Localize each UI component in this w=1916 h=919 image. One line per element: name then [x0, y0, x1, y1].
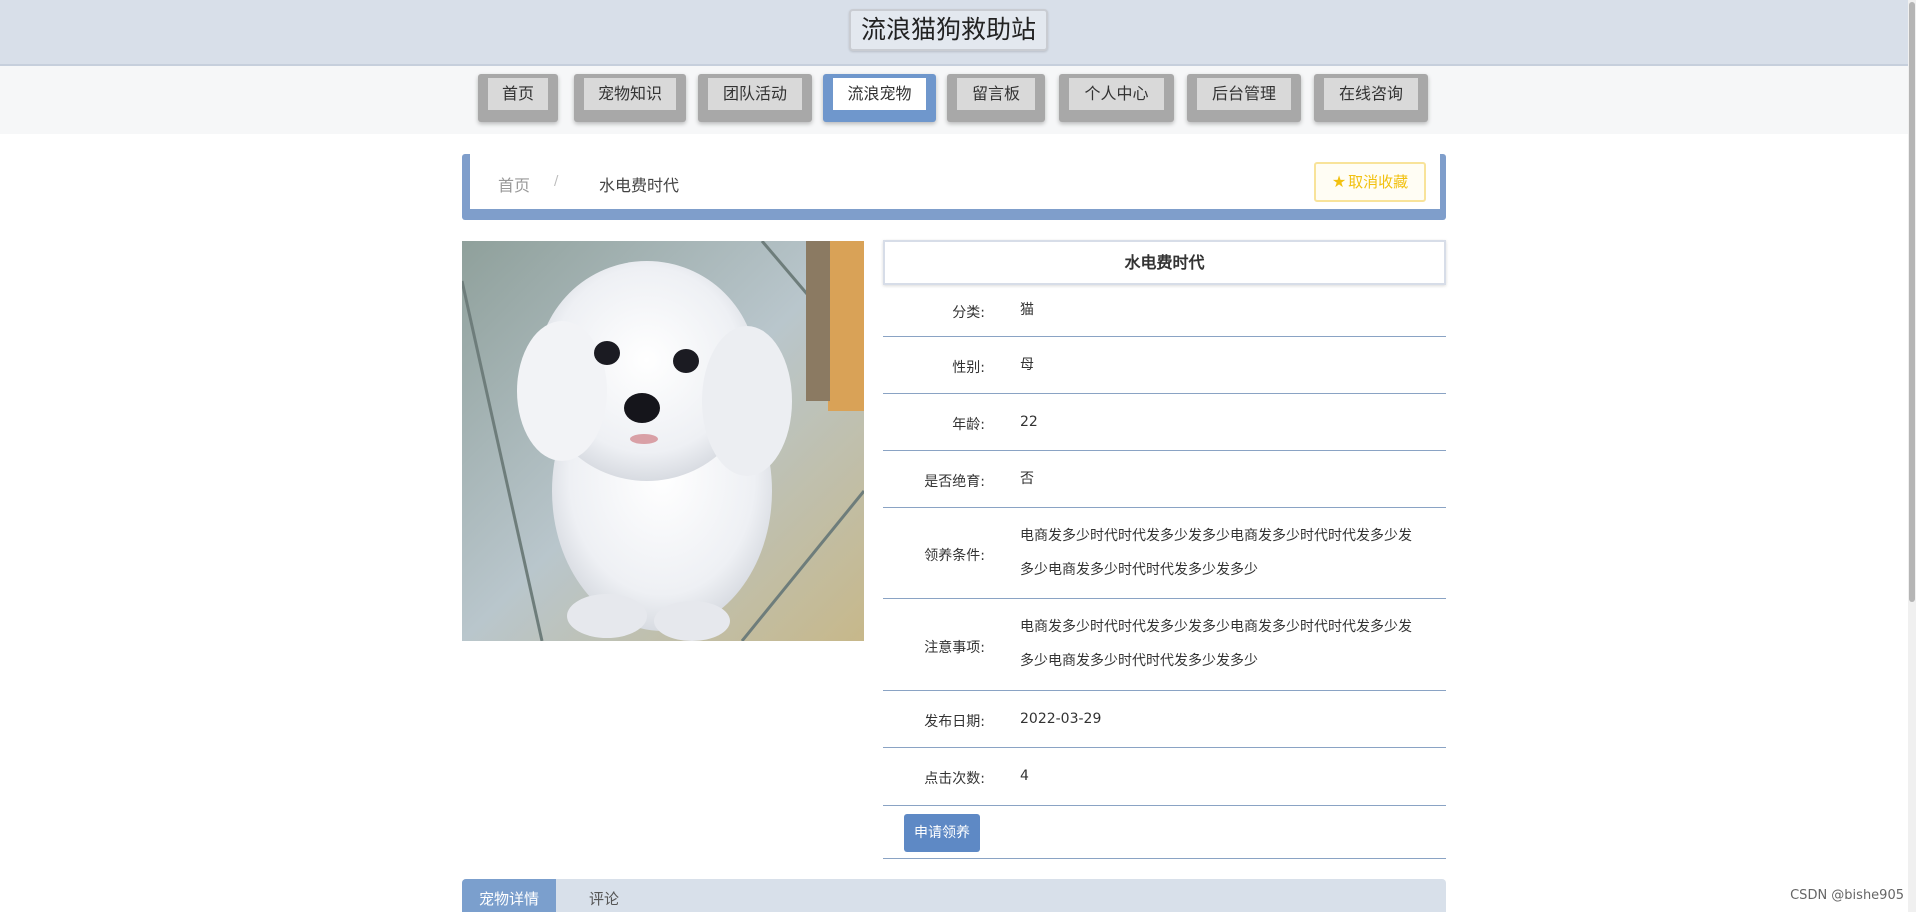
field-label: 点击次数: — [924, 771, 985, 787]
field-label: 年龄: — [952, 417, 985, 433]
detail-row-neutered: 是否绝育: 否 — [883, 451, 1446, 508]
detail-row-publish-date: 发布日期: 2022-03-29 — [883, 691, 1446, 748]
star-icon: ★ — [1331, 172, 1347, 191]
breadcrumb-current: 水电费时代 — [599, 176, 680, 195]
field-value: 母 — [1020, 357, 1034, 373]
scrollbar[interactable] — [1908, 0, 1916, 912]
field-label: 注意事项: — [924, 640, 985, 656]
field-label: 发布日期: — [924, 714, 985, 730]
nav-item-label: 团队活动 — [708, 78, 802, 110]
breadcrumb-home-link[interactable]: 首页 — [498, 172, 530, 196]
nav-item-stray-pets[interactable]: 流浪宠物 — [823, 74, 936, 122]
nav-item-label: 后台管理 — [1197, 78, 1291, 110]
nav-item-team-activities[interactable]: 团队活动 — [698, 74, 812, 122]
nav-item-label: 个人中心 — [1069, 78, 1164, 110]
nav-item-admin[interactable]: 后台管理 — [1187, 74, 1301, 122]
unfavorite-label: 取消收藏 — [1348, 173, 1409, 191]
nav-item-label: 在线咨询 — [1324, 78, 1418, 110]
watermark: CSDN @bishe905 — [1790, 888, 1904, 903]
detail-row-age: 年龄: 22 — [883, 394, 1446, 451]
main-nav: 首页 宠物知识 团队活动 流浪宠物 留言板 个人中心 后台管理 在线咨询 — [0, 66, 1916, 134]
breadcrumb: 首页 / 水电费时代 — [462, 154, 1446, 220]
pet-photo — [462, 241, 864, 641]
breadcrumb-separator: / — [554, 174, 559, 189]
field-value: 电商发多少时代时代发多少发多少电商发多少时代时代发多少发多少电商发多少时代时代发… — [1020, 528, 1412, 578]
field-value: 4 — [1020, 768, 1029, 784]
detail-row-clicks: 点击次数: 4 — [883, 748, 1446, 806]
detail-row-gender: 性别: 母 — [883, 337, 1446, 394]
field-label: 领养条件: — [924, 548, 985, 564]
breadcrumb-panel: 首页 / 水电费时代 — [470, 154, 1440, 209]
field-label: 分类: — [952, 305, 985, 321]
nav-item-label: 宠物知识 — [584, 78, 676, 110]
nav-item-label: 留言板 — [957, 78, 1035, 110]
field-value: 否 — [1020, 471, 1034, 487]
nav-item-label: 首页 — [488, 78, 548, 110]
tab-pet-details[interactable]: 宠物详情 — [462, 879, 556, 912]
detail-row-category: 分类: 猫 — [883, 285, 1446, 337]
apply-adoption-button[interactable]: 申请领养 — [904, 814, 980, 852]
detail-tabs: 宠物详情 评论 — [462, 879, 1446, 912]
pet-photo-image — [462, 241, 864, 641]
tab-comments[interactable]: 评论 — [556, 879, 652, 912]
field-value: 电商发多少时代时代发多少发多少电商发多少时代时代发多少发多少电商发多少时代时代发… — [1020, 619, 1412, 669]
scrollbar-thumb[interactable] — [1909, 2, 1915, 602]
detail-row-adoption-conditions: 领养条件: 电商发多少时代时代发多少发多少电商发多少时代时代发多少发多少电商发多… — [883, 508, 1446, 599]
nav-item-personal-center[interactable]: 个人中心 — [1059, 74, 1174, 122]
pet-name-title: 水电费时代 — [883, 240, 1446, 285]
nav-item-label: 流浪宠物 — [833, 78, 926, 110]
nav-item-pet-knowledge[interactable]: 宠物知识 — [574, 74, 686, 122]
header-bar: 流浪猫狗救助站 — [0, 0, 1916, 66]
detail-row-notes: 注意事项: 电商发多少时代时代发多少发多少电商发多少时代时代发多少发多少电商发多… — [883, 599, 1446, 691]
unfavorite-button[interactable]: ★ 取消收藏 — [1314, 162, 1426, 202]
field-value: 猫 — [1020, 302, 1034, 318]
nav-item-home[interactable]: 首页 — [478, 74, 558, 122]
field-label: 是否绝育: — [924, 474, 985, 490]
field-label: 性别: — [952, 360, 985, 376]
field-value: 22 — [1020, 414, 1038, 430]
field-value: 2022-03-29 — [1020, 711, 1102, 727]
nav-item-message-board[interactable]: 留言板 — [947, 74, 1045, 122]
site-title: 流浪猫狗救助站 — [849, 9, 1049, 51]
nav-item-online-consult[interactable]: 在线咨询 — [1314, 74, 1428, 122]
